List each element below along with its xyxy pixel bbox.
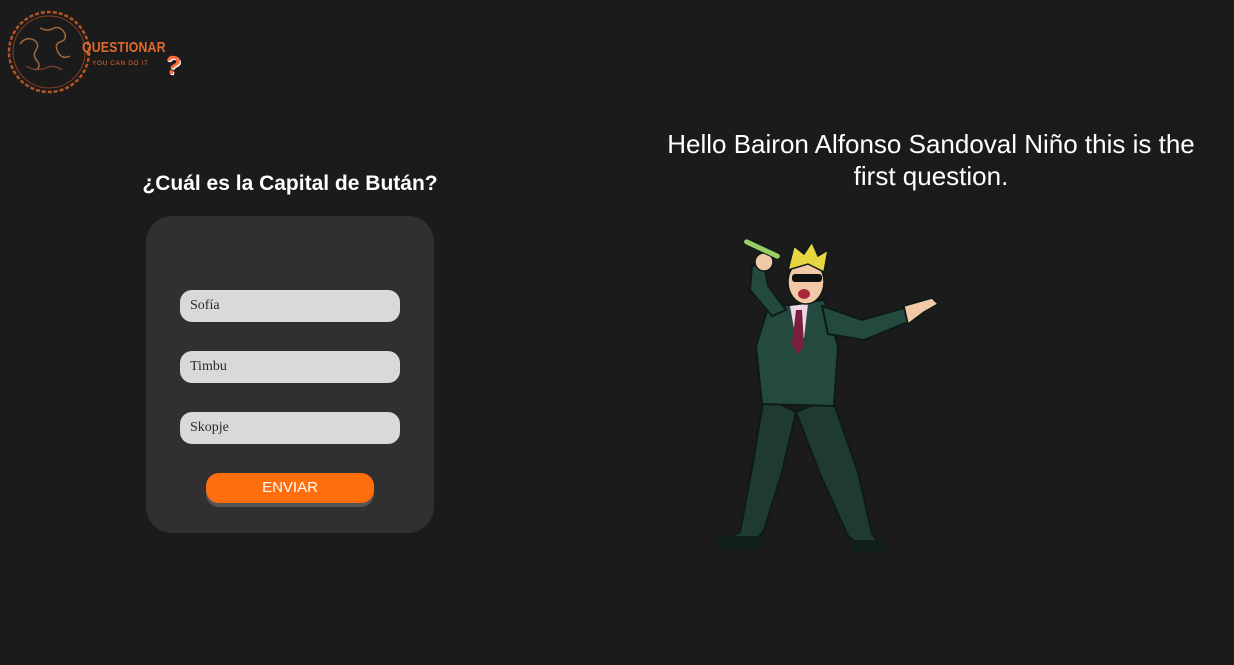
logo-title: QUESTIONAR: [82, 39, 166, 56]
submit-button[interactable]: ENVIAR: [206, 473, 374, 503]
page: QUESTIONAR YOU CAN DO IT ? ¿Cuál es la C…: [0, 0, 1234, 665]
answer-option-2[interactable]: Timbu: [180, 351, 400, 383]
answer-card: Sofía Timbu Skopje ENVIAR: [146, 216, 434, 533]
logo-tagline: YOU CAN DO IT: [92, 60, 149, 67]
app-logo[interactable]: QUESTIONAR YOU CAN DO IT ?: [6, 8, 186, 98]
answer-option-1[interactable]: Sofía: [180, 290, 400, 322]
singing-man-illustration: [716, 238, 940, 552]
question-title: ¿Cuál es la Capital de Bután?: [142, 172, 438, 195]
answer-option-3[interactable]: Skopje: [180, 412, 400, 444]
greeting-text: Hello Bairon Alfonso Sandoval Niño this …: [667, 129, 1195, 191]
